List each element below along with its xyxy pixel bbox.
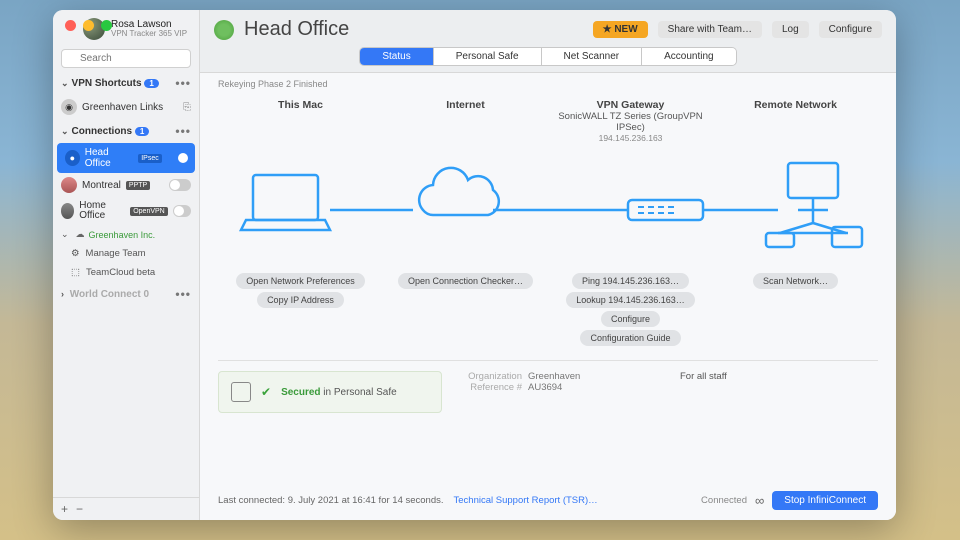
topo-gateway: VPN Gateway [548,99,713,111]
stop-infiniconnect-button[interactable]: Stop InfiniConnect [772,491,878,510]
proto-badge: PPTP [126,181,150,190]
copy-ip[interactable]: Copy IP Address [257,292,344,308]
connections-header[interactable]: ⌄Connections 1 ••• [53,119,199,143]
connections-count: 1 [135,127,149,136]
chevron-down-icon: ⌄ [61,78,69,88]
infiniconnect-icon: ∞ [755,493,764,508]
globe-icon [61,203,74,219]
topology-diagram [218,155,878,265]
tab-personal-safe[interactable]: Personal Safe [434,48,542,65]
shortcuts-header[interactable]: ⌄VPN Shortcuts 1 ••• [53,71,199,95]
check-icon: ✔ [261,385,271,399]
configure-button[interactable]: Configure [819,21,882,38]
topo-remote: Remote Network [713,99,878,111]
connection-toggle[interactable] [169,179,191,191]
connection-head-office[interactable]: ● Head Office IPsec [57,143,195,173]
add-button[interactable]: + [61,502,68,516]
connections-menu-icon[interactable]: ••• [175,124,191,138]
globe-icon: ● [65,150,80,166]
close-window[interactable] [65,20,76,31]
scan-network[interactable]: Scan Network… [753,273,838,289]
shortcut-icon: ◉ [61,99,77,115]
shortcut-item[interactable]: ◉ Greenhaven Links ⎘ [53,95,199,119]
last-connected: Last connected: 9. July 2021 at 16:41 fo… [218,495,444,506]
connection-toggle[interactable] [173,205,191,217]
shortcuts-count: 1 [144,79,158,88]
log-button[interactable]: Log [772,21,809,38]
chevron-down-icon: ⌄ [61,126,69,136]
shortcuts-menu-icon[interactable]: ••• [175,76,191,90]
tab-bar: Status Personal Safe Net Scanner Account… [359,47,736,66]
profile-subtitle: VPN Tracker 365 VIP [111,30,187,39]
sidebar: Rosa Lawson VPN Tracker 365 VIP ⌄VPN Sho… [53,10,200,520]
config-guide[interactable]: Configuration Guide [580,330,680,346]
cloud-icon: ☁ [76,229,85,240]
org-row[interactable]: ⌄ ☁ Greenhaven Inc. [53,225,199,244]
search-wrap [61,49,191,68]
connection-montreal[interactable]: Montreal PPTP [53,173,199,197]
cloud-icon: ⬚ [71,267,80,278]
chevron-right-icon: › [61,289,64,299]
main-pane: Head Office ★ NEW Share with Team… Log C… [200,10,896,520]
connection-toggle[interactable] [167,152,187,164]
connection-icon [214,20,234,40]
ping-gateway[interactable]: Ping 194.145.236.163… [572,273,689,289]
worldconnect-header[interactable]: › World Connect 0 ••• [53,282,199,306]
page-title: Head Office [244,18,583,41]
proto-badge: IPsec [138,154,162,163]
remove-button[interactable]: − [76,502,83,516]
open-network-prefs[interactable]: Open Network Preferences [236,273,365,289]
globe-icon [61,177,77,193]
chevron-down-icon: ⌄ [61,229,69,240]
zoom-window[interactable] [101,20,112,31]
meta-box: OrganizationGreenhaven Reference #AU3694 [462,371,660,413]
tab-net-scanner[interactable]: Net Scanner [542,48,643,65]
tab-accounting[interactable]: Accounting [642,48,735,65]
safe-icon [231,382,251,402]
lookup-gateway[interactable]: Lookup 194.145.236.163… [566,292,695,308]
status-line: Rekeying Phase 2 Finished [218,79,878,89]
connected-label: Connected [701,495,747,506]
edit-icon[interactable]: ⎘ [183,102,191,113]
topo-gateway-ip: 194.145.236.163 [548,133,713,143]
new-button[interactable]: ★ NEW [593,21,648,38]
configure-gateway[interactable]: Configure [601,311,660,327]
minimize-window[interactable] [83,20,94,31]
personal-safe-box: ✔ Secured in Personal Safe [218,371,442,413]
note-box: For all staff [680,371,878,413]
topo-internet: Internet [383,99,548,111]
topo-gateway-sub: SonicWALL TZ Series (GroupVPN IPSec) [548,111,713,133]
team-icon: ⚙ [71,248,80,259]
teamcloud[interactable]: ⬚ TeamCloud beta [53,263,199,282]
open-connection-checker[interactable]: Open Connection Checker… [398,273,533,289]
manage-team[interactable]: ⚙ Manage Team [53,244,199,263]
worldconnect-menu-icon[interactable]: ••• [175,287,191,301]
tsr-link[interactable]: Technical Support Report (TSR)… [454,495,598,506]
tab-status[interactable]: Status [360,48,433,65]
proto-badge: OpenVPN [130,207,168,216]
connection-home-office[interactable]: Home Office OpenVPN [53,197,199,225]
search-input[interactable] [61,49,191,68]
share-button[interactable]: Share with Team… [658,21,762,38]
topo-thismac: This Mac [218,99,383,111]
